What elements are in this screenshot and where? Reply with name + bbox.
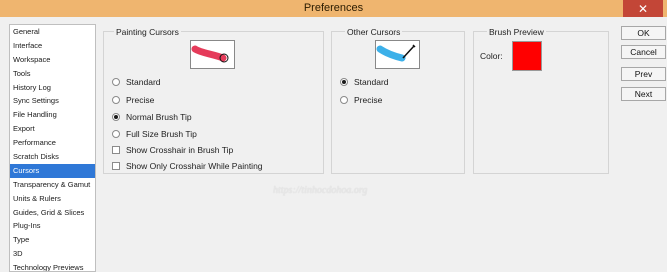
brush-preview-title: Brush Preview bbox=[487, 27, 546, 37]
painting-standard-radio[interactable] bbox=[112, 78, 120, 86]
painting-precise-label: Precise bbox=[126, 95, 155, 105]
normal-brush-tip-option[interactable]: Normal Brush Tip bbox=[112, 112, 192, 122]
other-cursors-title: Other Cursors bbox=[345, 27, 403, 37]
title-bar: Preferences ✕ bbox=[0, 0, 667, 17]
full-size-brush-tip-radio[interactable] bbox=[112, 130, 120, 138]
other-precise-label: Precise bbox=[354, 95, 383, 105]
sidebar-item-export[interactable]: Export bbox=[10, 122, 95, 136]
brush-color-swatch[interactable] bbox=[512, 41, 542, 71]
other-standard-radio[interactable] bbox=[340, 78, 348, 86]
next-button[interactable]: Next bbox=[621, 87, 666, 101]
ok-button[interactable]: OK bbox=[621, 26, 666, 40]
color-label: Color: bbox=[480, 51, 503, 61]
prev-button[interactable]: Prev bbox=[621, 67, 666, 81]
sidebar-item-technology-previews[interactable]: Technology Previews bbox=[10, 261, 95, 271]
window-title: Preferences bbox=[303, 2, 364, 14]
preferences-sidebar: General Interface Workspace Tools Histor… bbox=[9, 24, 96, 272]
sidebar-item-file-handling[interactable]: File Handling bbox=[10, 108, 95, 122]
sidebar-item-type[interactable]: Type bbox=[10, 233, 95, 247]
brush-preview-panel: Brush Preview Color: bbox=[473, 27, 609, 174]
sidebar-item-plug-ins[interactable]: Plug-Ins bbox=[10, 219, 95, 233]
close-icon: ✕ bbox=[637, 1, 649, 16]
cancel-button[interactable]: Cancel bbox=[621, 45, 666, 59]
close-button[interactable]: ✕ bbox=[623, 0, 663, 17]
sidebar-item-workspace[interactable]: Workspace bbox=[10, 53, 95, 67]
sidebar-item-cursors[interactable]: Cursors bbox=[10, 163, 95, 178]
sidebar-item-transparency-gamut[interactable]: Transparency & Gamut bbox=[10, 178, 95, 192]
other-cursors-panel: Other Cursors Standard Precise bbox=[331, 27, 465, 174]
painting-cursors-title: Painting Cursors bbox=[114, 27, 181, 37]
brush-stroke-red-icon bbox=[191, 45, 229, 63]
brush-stroke-blue-icon bbox=[376, 44, 416, 62]
painting-standard-label: Standard bbox=[126, 77, 161, 87]
other-cursor-preview bbox=[375, 40, 420, 69]
show-only-crosshair-checkbox[interactable] bbox=[112, 162, 120, 170]
full-size-brush-tip-label: Full Size Brush Tip bbox=[126, 129, 197, 139]
painting-cursor-preview bbox=[190, 40, 235, 69]
painting-cursors-panel: Painting Cursors Standard Precise Normal… bbox=[103, 27, 324, 174]
other-precise-option[interactable]: Precise bbox=[340, 95, 382, 105]
preferences-dialog: Preferences ✕ General Interface Workspac… bbox=[0, 0, 667, 272]
watermark-text: https://tinhocdohoa.org bbox=[273, 185, 368, 196]
show-crosshair-option[interactable]: Show Crosshair in Brush Tip bbox=[112, 145, 233, 155]
normal-brush-tip-radio[interactable] bbox=[112, 113, 120, 121]
other-standard-label: Standard bbox=[354, 77, 389, 87]
full-size-brush-tip-option[interactable]: Full Size Brush Tip bbox=[112, 129, 197, 139]
sidebar-item-tools[interactable]: Tools bbox=[10, 67, 95, 81]
sidebar-item-sync-settings[interactable]: Sync Settings bbox=[10, 94, 95, 108]
sidebar-item-interface[interactable]: Interface bbox=[10, 39, 95, 53]
sidebar-item-general[interactable]: General bbox=[10, 25, 95, 39]
show-only-crosshair-label: Show Only Crosshair While Painting bbox=[126, 161, 263, 171]
sidebar-item-performance[interactable]: Performance bbox=[10, 136, 95, 150]
sidebar-item-history-log[interactable]: History Log bbox=[10, 81, 95, 95]
show-crosshair-checkbox[interactable] bbox=[112, 146, 120, 154]
other-precise-radio[interactable] bbox=[340, 96, 348, 104]
sidebar-item-guides-grid-slices[interactable]: Guides, Grid & Slices bbox=[10, 206, 95, 220]
sidebar-item-scratch-disks[interactable]: Scratch Disks bbox=[10, 150, 95, 164]
painting-precise-radio[interactable] bbox=[112, 96, 120, 104]
show-crosshair-label: Show Crosshair in Brush Tip bbox=[126, 145, 234, 155]
sidebar-item-3d[interactable]: 3D bbox=[10, 247, 95, 261]
other-standard-option[interactable]: Standard bbox=[340, 77, 389, 87]
painting-standard-option[interactable]: Standard bbox=[112, 77, 161, 87]
sidebar-item-units-rulers[interactable]: Units & Rulers bbox=[10, 192, 95, 206]
normal-brush-tip-label: Normal Brush Tip bbox=[126, 112, 192, 122]
painting-precise-option[interactable]: Precise bbox=[112, 95, 154, 105]
show-only-crosshair-option[interactable]: Show Only Crosshair While Painting bbox=[112, 161, 263, 171]
